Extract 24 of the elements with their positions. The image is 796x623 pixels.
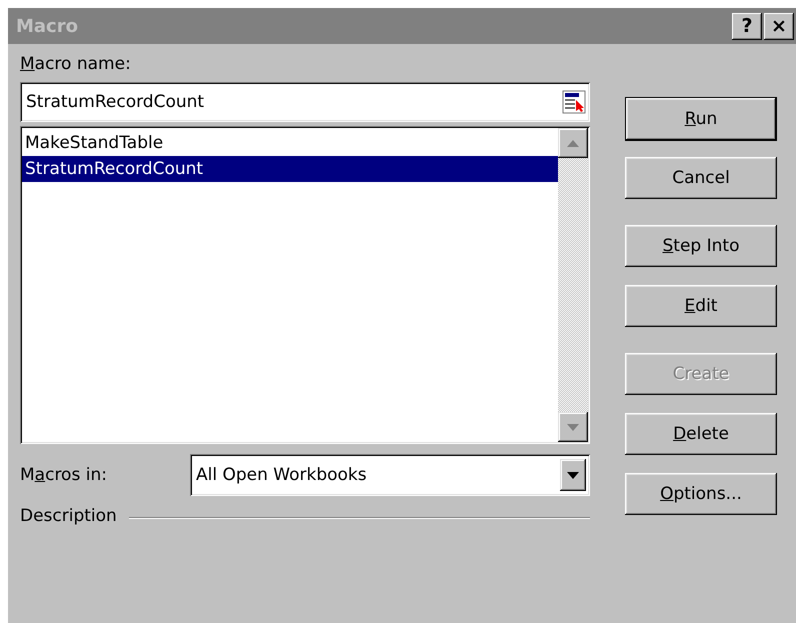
macro-name-label: Macro name: [20, 54, 132, 74]
scroll-down-icon [567, 424, 579, 430]
dialog-button[interactable]: Cancel [625, 157, 777, 199]
dialog-button[interactable]: Edit [625, 285, 777, 327]
description-label: Description [20, 506, 117, 526]
macros-in-label: Macros in: [20, 465, 107, 485]
dialog-button[interactable]: Delete [625, 413, 777, 455]
macros-in-dropdown[interactable]: All Open Workbooks [190, 454, 590, 496]
dialog-button[interactable]: Run [625, 97, 777, 141]
dialog-button[interactable]: Options... [625, 473, 777, 515]
help-button[interactable]: ? [732, 12, 762, 40]
scroll-up-icon [567, 140, 579, 146]
range-picker-icon[interactable] [562, 90, 586, 114]
macro-list-item[interactable]: MakeStandTable [22, 130, 558, 156]
dropdown-button[interactable] [560, 459, 586, 491]
macro-name-field[interactable]: StratumRecordCount [20, 82, 590, 122]
dropdown-arrow-icon [567, 472, 579, 478]
dialog-button[interactable]: Step Into [625, 225, 777, 267]
scroll-down-button[interactable] [558, 412, 588, 442]
close-button[interactable]: × [764, 12, 794, 40]
scrollbar[interactable] [558, 128, 588, 442]
macro-list-item[interactable]: StratumRecordCount [22, 156, 558, 182]
window-title: Macro [16, 16, 79, 36]
scroll-up-button[interactable] [558, 128, 588, 158]
